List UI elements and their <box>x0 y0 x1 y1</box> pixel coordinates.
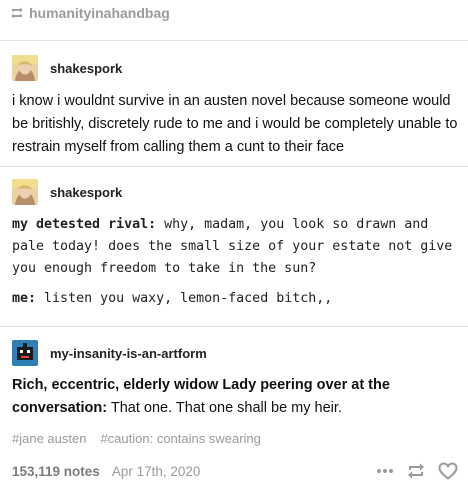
post-username[interactable]: shakespork <box>50 61 122 76</box>
post-text: i know i wouldnt survive in an austen no… <box>12 93 458 155</box>
post-header: my-insanity-is-an-artform <box>12 340 207 366</box>
reblog-username[interactable]: humanityinahandbag <box>29 5 170 21</box>
avatar[interactable] <box>12 55 38 81</box>
divider <box>0 40 468 41</box>
tag[interactable]: #jane austen <box>12 431 86 446</box>
post-header: shakespork <box>12 179 122 205</box>
dialogue-line: me: listen you waxy, lemon-faced bitch,, <box>12 288 462 310</box>
plain-text: That one. That one shall be my heir. <box>110 400 342 416</box>
avatar[interactable] <box>12 340 38 366</box>
post-username[interactable]: my-insanity-is-an-artform <box>50 346 207 361</box>
reblog-icon[interactable] <box>406 462 426 480</box>
reblog-header: humanityinahandbag <box>10 5 170 21</box>
post-header: shakespork <box>12 55 122 81</box>
avatar[interactable] <box>12 179 38 205</box>
tag[interactable]: #caution: contains swearing <box>100 431 260 446</box>
tag-list: #jane austen #caution: contains swearing <box>12 431 261 446</box>
post-text: Rich, eccentric, elderly widow Lady peer… <box>12 374 458 420</box>
post-footer: 153,119 notes Apr 17th, 2020 <box>12 461 458 481</box>
speaker-label: me: <box>12 291 37 306</box>
post-username[interactable]: shakespork <box>50 185 122 200</box>
more-icon[interactable] <box>376 468 394 474</box>
divider <box>0 166 468 167</box>
speaker-label: my detested rival: <box>12 217 157 232</box>
dialogue-line: my detested rival: why, madam, you look … <box>12 214 462 280</box>
notes-count[interactable]: 153,119 notes <box>12 464 100 479</box>
dialogue-text: listen you waxy, lemon-faced bitch,, <box>44 291 333 306</box>
post-actions <box>376 462 458 480</box>
heart-icon[interactable] <box>438 462 458 480</box>
post-date[interactable]: Apr 17th, 2020 <box>112 464 201 479</box>
divider <box>0 326 468 327</box>
reblog-icon <box>10 7 24 19</box>
